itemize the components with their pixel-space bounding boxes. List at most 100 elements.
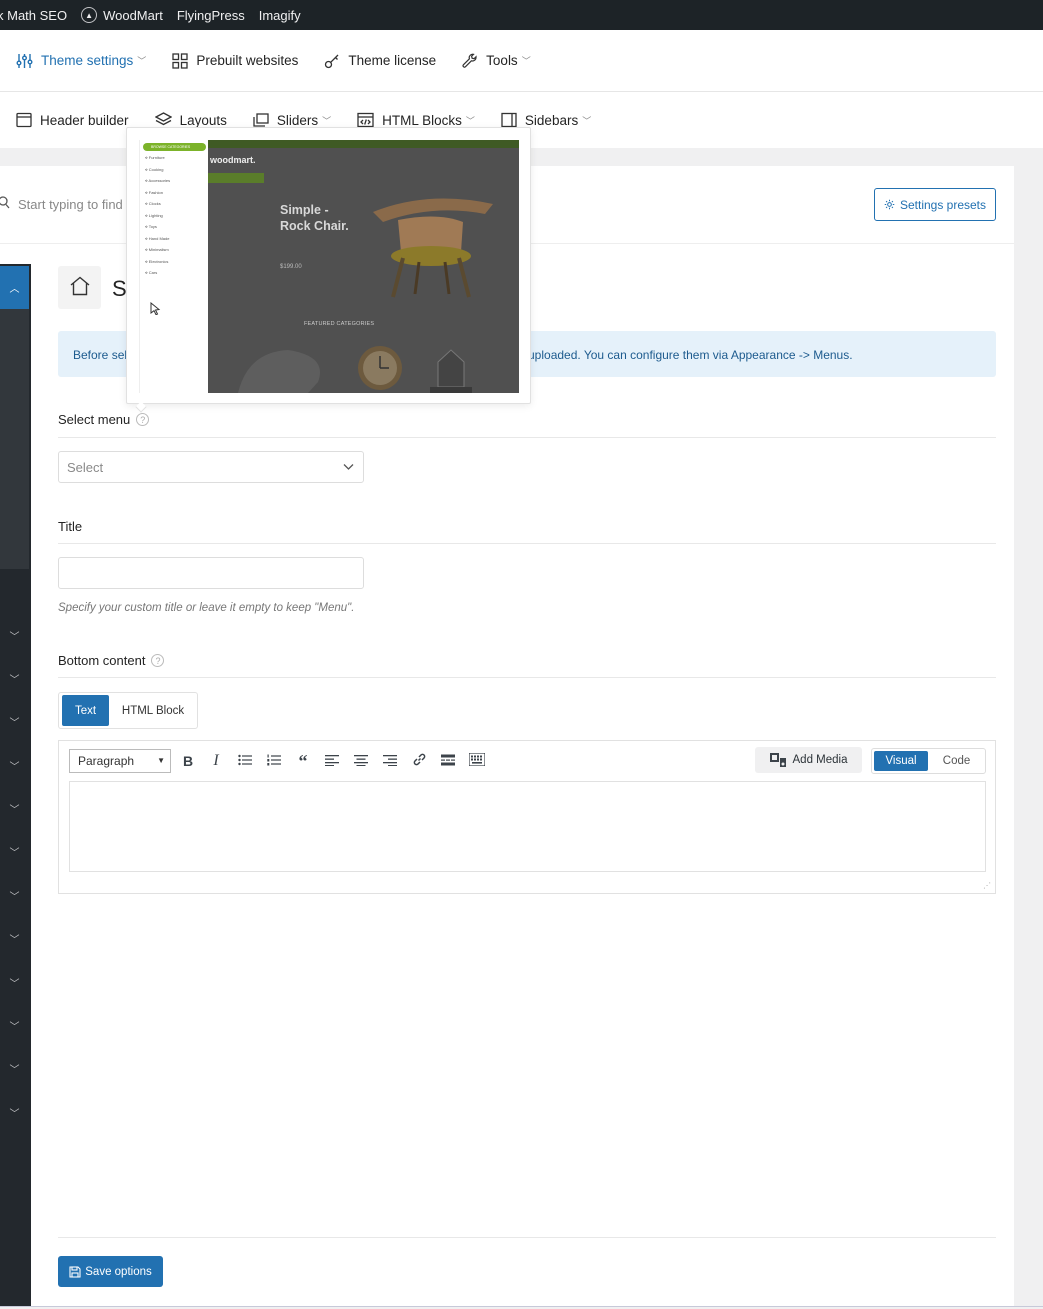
theme-top-nav: Theme settings ﹀ Prebuilt websites Theme…	[0, 30, 1043, 92]
add-media-button[interactable]: Add Media	[755, 747, 862, 773]
format-select[interactable]: Paragraph ▼	[69, 749, 171, 773]
sidebar-icon	[501, 112, 517, 128]
chevron-down-icon: ﹀	[9, 1022, 20, 1033]
nav-html-blocks[interactable]: HTML Blocks ﹀	[357, 112, 475, 128]
chevron-down-icon: ﹀	[9, 935, 20, 946]
sidebar-section-toggle[interactable]: ﹀	[0, 844, 29, 859]
read-more-icon	[441, 753, 455, 769]
blockquote-button[interactable]: “	[293, 751, 313, 771]
sidebar-section-toggle[interactable]: ﹀	[0, 888, 29, 903]
admin-bar-woodmart[interactable]: ▲ WoodMart	[81, 0, 163, 30]
bold-button[interactable]: B	[178, 751, 198, 771]
search-icon	[0, 196, 10, 212]
nav-sidebars[interactable]: Sidebars ﹀	[501, 112, 591, 128]
sidebar-section-toggle[interactable]: ﹀	[0, 628, 29, 643]
admin-bar-rank-math[interactable]: k Math SEO	[0, 0, 67, 30]
nav-layouts[interactable]: Layouts	[154, 112, 227, 128]
save-icon	[69, 1265, 81, 1278]
layout-preview-popover: BROWSE CATEGORIES ⟡ Furniture ⟡ Cooking …	[126, 127, 531, 404]
toolbar-toggle-button[interactable]	[467, 751, 487, 771]
nav-sliders[interactable]: Sliders ﹀	[253, 112, 331, 128]
align-center-button[interactable]	[351, 751, 371, 771]
preview-browse-categories: BROWSE CATEGORIES	[143, 143, 206, 151]
preview-topbar	[208, 140, 519, 148]
admin-bar: k Math SEO ▲ WoodMart FlyingPress Imagif…	[0, 0, 1043, 30]
title-input[interactable]	[58, 557, 364, 589]
chevron-down-icon: ﹀	[9, 892, 20, 903]
nav-theme-settings[interactable]: Theme settings ﹀	[16, 53, 146, 69]
italic-button[interactable]: I	[206, 751, 226, 771]
bulleted-list-button[interactable]	[235, 751, 255, 771]
media-icon	[769, 753, 787, 767]
editor-content-area[interactable]	[69, 781, 986, 872]
sidebar-section-toggle[interactable]: ﹀	[0, 758, 29, 773]
tab-text[interactable]: Text	[62, 695, 109, 726]
search-input[interactable]: Start typing to find	[0, 196, 123, 212]
nav-tools[interactable]: Tools ﹀	[462, 53, 531, 69]
preview-category-menu: BROWSE CATEGORIES ⟡ Furniture ⟡ Cooking …	[139, 140, 208, 393]
link-icon	[412, 752, 427, 770]
insert-link-button[interactable]	[409, 751, 429, 771]
sidebar-section-toggle[interactable]: ﹀	[0, 714, 29, 729]
preview-featured-images	[208, 342, 519, 393]
sliders-icon	[16, 53, 33, 69]
gear-icon	[884, 199, 895, 210]
read-more-button[interactable]	[438, 751, 458, 771]
select-menu-dropdown[interactable]: Select	[58, 451, 364, 483]
chevron-up-icon: ︿	[9, 284, 20, 295]
chevron-down-icon: ﹀	[521, 56, 531, 66]
align-left-button[interactable]	[322, 751, 342, 771]
tab-code[interactable]: Code	[928, 751, 985, 771]
section-title: S	[112, 276, 127, 301]
admin-bar-imagify[interactable]: Imagify	[259, 0, 301, 30]
divider	[58, 543, 996, 544]
settings-presets-button[interactable]: Settings presets	[874, 188, 996, 221]
tab-visual[interactable]: Visual	[874, 751, 929, 771]
sidebar-section-toggle[interactable]: ﹀	[0, 801, 29, 816]
title-label: Title	[58, 519, 83, 534]
chevron-down-icon: ﹀	[9, 805, 20, 816]
numbered-list-button[interactable]	[264, 751, 284, 771]
preview-price: $199.00	[280, 264, 302, 270]
chevron-down-icon: ﹀	[9, 1065, 20, 1076]
sidebar-section-toggle[interactable]: ﹀	[0, 1061, 29, 1076]
bottom-content-label: Bottom content ?	[58, 653, 165, 668]
preview-category-item: ⟡ Electronics	[145, 259, 169, 264]
preview-hero-title: Simple - Rock Chair.	[280, 203, 349, 233]
tab-html-block[interactable]: HTML Block	[109, 695, 197, 726]
sidebar-section-toggle[interactable]: ﹀	[0, 1018, 29, 1033]
nav-header-builder[interactable]: Header builder	[16, 112, 129, 128]
numbered-list-icon	[267, 753, 281, 769]
chevron-down-icon: ﹀	[9, 632, 20, 643]
nav-theme-license[interactable]: Theme license	[324, 53, 436, 69]
align-right-button[interactable]	[380, 751, 400, 771]
sidebar-active-section[interactable]: ︿	[0, 266, 29, 309]
chevron-down-icon: ﹀	[9, 979, 20, 990]
title-hint: Specify your custom title or leave it em…	[58, 602, 355, 614]
admin-bar-flyingpress[interactable]: FlyingPress	[177, 0, 245, 30]
quote-icon: “	[298, 750, 308, 771]
layers-icon	[154, 112, 172, 128]
chevron-down-icon: ﹀	[9, 718, 20, 729]
nav-prebuilt-websites[interactable]: Prebuilt websites	[172, 52, 298, 69]
sidebar-subsection-list	[0, 309, 29, 569]
sidebar-section-toggle[interactable]: ﹀	[0, 975, 29, 990]
resize-handle-icon[interactable]: ⋰	[983, 881, 991, 890]
page-bottom-border	[0, 1306, 1043, 1307]
help-icon[interactable]: ?	[136, 413, 150, 426]
help-icon[interactable]: ?	[151, 654, 165, 667]
section-home-icon-box	[58, 266, 101, 309]
sidebar-section-toggle[interactable]: ﹀	[0, 931, 29, 946]
sidebar-section-toggle[interactable]: ﹀	[0, 1105, 29, 1120]
wrench-icon	[462, 53, 478, 69]
code-window-icon	[357, 112, 374, 128]
preview-screenshot: woodmart. Simple - Rock Chair. $199.00 F…	[208, 140, 519, 393]
preview-category-item: ⟡ Fashion	[145, 190, 163, 195]
preview-side-list	[210, 186, 260, 296]
save-options-button[interactable]: Save options	[58, 1256, 163, 1287]
preview-category-item: ⟡ Furniture	[145, 155, 165, 160]
preview-logo: woodmart.	[210, 155, 256, 165]
wysiwyg-editor: Paragraph ▼ B I “ Add Media Visual Code …	[58, 740, 996, 894]
sidebar-section-toggle[interactable]: ﹀	[0, 671, 29, 686]
italic-icon: I	[213, 752, 219, 769]
